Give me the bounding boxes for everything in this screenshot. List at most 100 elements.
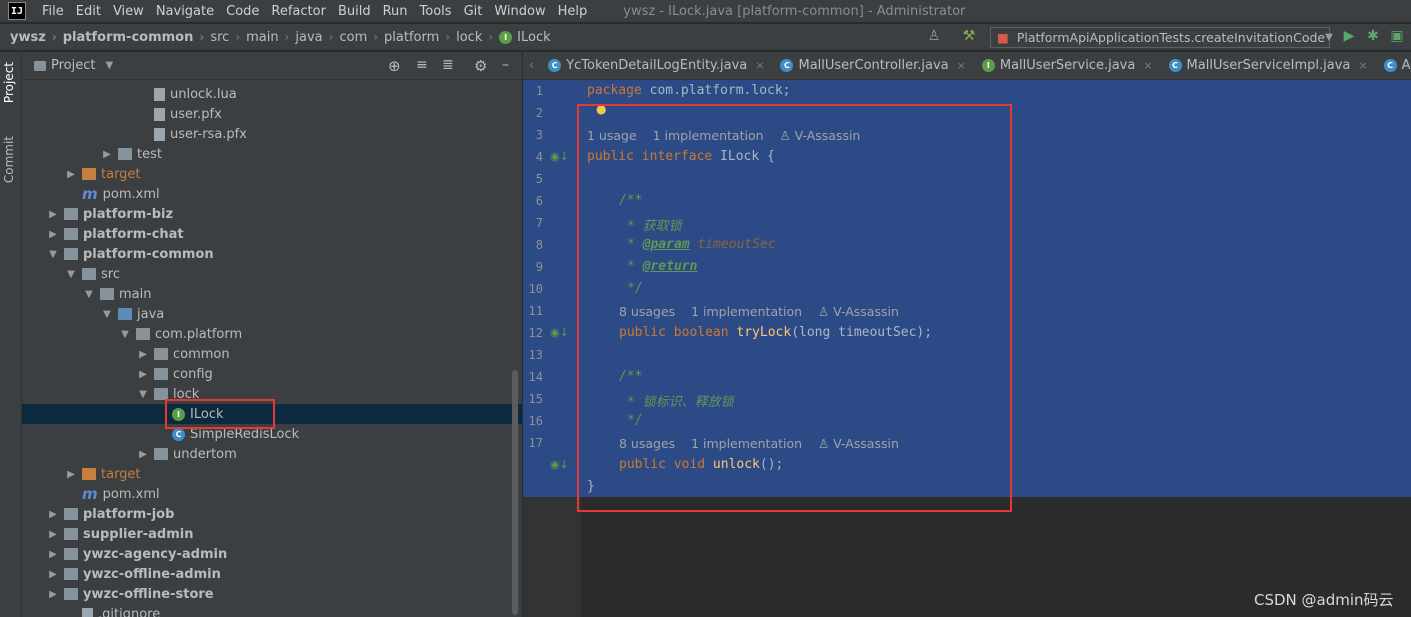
- line-number: 1: [535, 84, 543, 98]
- tree-item[interactable]: ▶ platform-job: [22, 504, 522, 524]
- close-icon[interactable]: ×: [1143, 59, 1152, 72]
- run-configuration-select[interactable]: ■ PlatformApiApplicationTests.createInvi…: [990, 27, 1333, 48]
- tree-item[interactable]: ▶ supplier-admin: [22, 524, 522, 544]
- chevron-right-icon[interactable]: ▶: [100, 149, 114, 160]
- tree-item[interactable]: ▶ ywzc-offline-admin: [22, 564, 522, 584]
- breadcrumb-ilock[interactable]: I ILock: [499, 30, 551, 45]
- chevron-down-icon[interactable]: ▼: [118, 329, 132, 340]
- tree-item[interactable]: ▶ test: [22, 144, 522, 164]
- tab-malluserserviceimpl[interactable]: C MallUserServiceImpl.java ×: [1161, 58, 1376, 73]
- tree-item[interactable]: ▼ com.platform: [22, 324, 522, 344]
- chevron-down-icon[interactable]: ▼: [136, 389, 150, 400]
- breadcrumb-label: main: [246, 29, 279, 45]
- tree-item[interactable]: user-rsa.pfx: [22, 124, 522, 144]
- tree-item[interactable]: ▶ config: [22, 364, 522, 384]
- menu-tools[interactable]: Tools: [414, 4, 458, 19]
- tree-item[interactable]: ▼ src: [22, 264, 522, 284]
- coverage-icon[interactable]: ▣: [1388, 28, 1406, 46]
- chevron-right-icon[interactable]: ▶: [136, 369, 150, 380]
- menu-file[interactable]: File: [36, 4, 70, 19]
- tree-item[interactable]: ▼ java: [22, 304, 522, 324]
- breadcrumb-main[interactable]: main ›: [246, 30, 295, 45]
- chevron-right-icon[interactable]: ▶: [46, 529, 60, 540]
- chevron-right-icon[interactable]: ▶: [136, 449, 150, 460]
- tab-apppublicben[interactable]: C AppPublicBen: [1376, 58, 1411, 73]
- tree-item[interactable]: ▶ ywzc-agency-admin: [22, 544, 522, 564]
- tree-item[interactable]: m pom.xml: [22, 484, 522, 504]
- tree-item[interactable]: ▶ ywzc-offline-store: [22, 584, 522, 604]
- hide-panel-icon[interactable]: –: [502, 57, 509, 73]
- tab-malluserservice[interactable]: I MallUserService.java ×: [974, 58, 1161, 73]
- tree-item[interactable]: ▼ platform-common: [22, 244, 522, 264]
- breadcrumb-lock[interactable]: lock ›: [456, 30, 499, 45]
- chevron-right-icon[interactable]: ▶: [46, 229, 60, 240]
- debug-icon[interactable]: ✱: [1364, 28, 1382, 46]
- implemented-marker-icon[interactable]: ◉↓: [550, 326, 569, 339]
- chevron-right-icon[interactable]: ▶: [64, 169, 78, 180]
- tree-item[interactable]: user.pfx: [22, 104, 522, 124]
- menu-view[interactable]: View: [107, 4, 150, 19]
- tree-item[interactable]: m pom.xml: [22, 184, 522, 204]
- tree-item[interactable]: .gitignore: [22, 604, 522, 617]
- breadcrumb-src[interactable]: src ›: [210, 30, 246, 45]
- tree-item[interactable]: unlock.lua: [22, 84, 522, 104]
- close-icon[interactable]: ×: [1358, 59, 1367, 72]
- code-line-1: package com.platform.lock;: [587, 83, 791, 98]
- build-hammer-icon[interactable]: ⚒: [960, 28, 978, 46]
- menu-window[interactable]: Window: [488, 4, 551, 19]
- tabs-scroll-left-icon[interactable]: ‹: [523, 58, 540, 73]
- tab-yctokendetaillogentity[interactable]: C YcTokenDetailLogEntity.java ×: [540, 58, 772, 73]
- breadcrumb-project[interactable]: ywsz ›: [10, 30, 63, 45]
- close-icon[interactable]: ×: [755, 59, 764, 72]
- intellij-logo-icon[interactable]: IJ: [8, 2, 26, 20]
- tab-malluserController[interactable]: C MallUserController.java ×: [772, 58, 973, 73]
- chevron-right-icon[interactable]: ▶: [136, 349, 150, 360]
- chevron-right-icon[interactable]: ▶: [46, 509, 60, 520]
- collapse-all-icon[interactable]: ≣: [442, 57, 454, 73]
- tree-item[interactable]: ▶ platform-biz: [22, 204, 522, 224]
- menu-help[interactable]: Help: [552, 4, 594, 19]
- gear-icon[interactable]: ⚙: [474, 57, 487, 75]
- breadcrumb-com[interactable]: com ›: [339, 30, 384, 45]
- chevron-down-icon[interactable]: ▼: [82, 289, 96, 300]
- expand-all-icon[interactable]: ≡: [416, 57, 428, 73]
- close-icon[interactable]: ×: [957, 59, 966, 72]
- menu-navigate[interactable]: Navigate: [150, 4, 220, 19]
- tree-item[interactable]: ▶ target: [22, 164, 522, 184]
- chevron-right-icon[interactable]: ▶: [46, 209, 60, 220]
- chevron-down-icon[interactable]: ▼: [64, 269, 78, 280]
- run-icon[interactable]: ▶: [1340, 28, 1358, 46]
- project-scrollbar[interactable]: [512, 370, 518, 615]
- menu-code[interactable]: Code: [220, 4, 265, 19]
- implemented-marker-icon[interactable]: ◉↓: [550, 458, 569, 471]
- chevron-down-icon[interactable]: ▼: [105, 60, 113, 71]
- tree-item[interactable]: ▶ platform-chat: [22, 224, 522, 244]
- tree-item[interactable]: ▶ undertom: [22, 444, 522, 464]
- chevron-right-icon[interactable]: ▶: [46, 569, 60, 580]
- implemented-marker-icon[interactable]: ◉↓: [550, 150, 569, 163]
- breadcrumb-platform[interactable]: platform ›: [384, 30, 456, 45]
- chevron-right-icon[interactable]: ▶: [64, 469, 78, 480]
- menu-build[interactable]: Build: [332, 4, 377, 19]
- breadcrumb-java[interactable]: java ›: [295, 30, 339, 45]
- excluded-folder-icon: [82, 468, 96, 480]
- tree-item[interactable]: ▶ target: [22, 464, 522, 484]
- menu-refactor[interactable]: Refactor: [265, 4, 332, 19]
- chevron-right-icon[interactable]: ▶: [46, 589, 60, 600]
- user-dropdown-icon[interactable]: ♙: [925, 28, 943, 46]
- project-panel-title[interactable]: Project: [51, 58, 95, 73]
- locate-icon[interactable]: ⊕: [388, 57, 401, 75]
- chevron-down-icon: ▼: [1325, 32, 1333, 43]
- menu-git[interactable]: Git: [458, 4, 489, 19]
- chevron-right-icon[interactable]: ▶: [46, 549, 60, 560]
- menu-run[interactable]: Run: [377, 4, 414, 19]
- breadcrumb-module[interactable]: platform-common ›: [63, 30, 211, 45]
- menu-edit[interactable]: Edit: [70, 4, 107, 19]
- tab-label: YcTokenDetailLogEntity.java: [566, 58, 748, 73]
- commit-tool-tab[interactable]: Commit: [2, 136, 16, 183]
- chevron-down-icon[interactable]: ▼: [100, 309, 114, 320]
- chevron-down-icon[interactable]: ▼: [46, 249, 60, 260]
- tree-item[interactable]: ▼ main: [22, 284, 522, 304]
- tree-item[interactable]: ▶ common: [22, 344, 522, 364]
- project-tool-tab[interactable]: Project: [2, 62, 16, 103]
